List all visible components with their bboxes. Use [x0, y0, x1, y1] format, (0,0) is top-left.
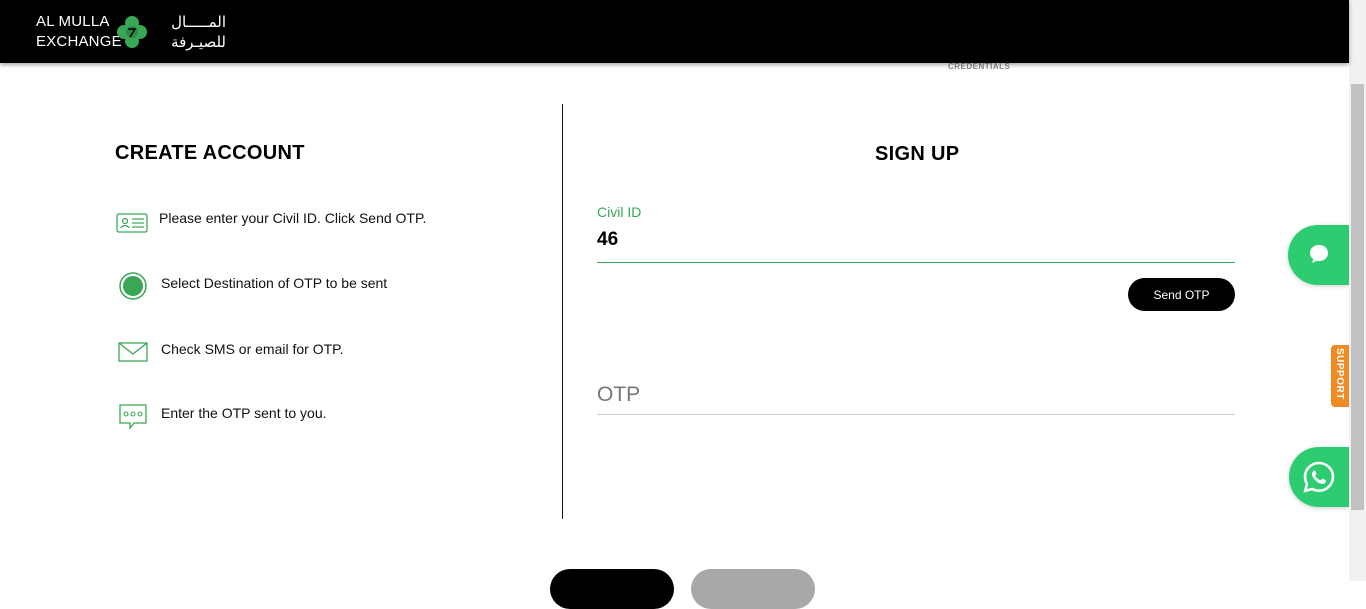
chat-icon [1310, 245, 1328, 263]
panel-divider [562, 104, 563, 519]
clover-logo-icon [117, 16, 147, 48]
brand-name-english: AL MULLA EXCHANGE [36, 12, 122, 52]
support-tab[interactable]: SUPPORT [1331, 345, 1349, 407]
step-text: Please enter your Civil ID. Click Send O… [159, 210, 427, 226]
top-bar: AL MULLA EXCHANGE المـــــال للصيـرفة [0, 0, 1349, 63]
brand-name-arabic: المـــــال للصيـرفة [150, 12, 226, 52]
otp-input[interactable] [597, 377, 1235, 413]
support-label: SUPPORT [1334, 348, 1345, 400]
back-button[interactable] [550, 569, 674, 609]
page-scrollbar[interactable] [1349, 0, 1366, 581]
next-button-disabled[interactable] [691, 569, 815, 609]
id-card-icon [116, 213, 148, 233]
civil-id-input[interactable] [597, 220, 1235, 260]
step-text: Check SMS or email for OTP. [161, 341, 344, 357]
signup-title: SIGN UP [875, 143, 960, 165]
whatsapp-button[interactable] [1289, 447, 1349, 507]
envelope-icon [118, 342, 148, 362]
step-select-destination: Select Destination of OTP to be sent [115, 271, 535, 301]
otp-field [597, 377, 1235, 417]
step-text: Select Destination of OTP to be sent [161, 275, 388, 291]
chat-bubble-dots-icon [119, 404, 147, 430]
step-enter-otp: Enter the OTP sent to you. [115, 401, 535, 431]
live-chat-button[interactable] [1288, 225, 1349, 285]
step-enter-civil-id: Please enter your Civil ID. Click Send O… [115, 208, 535, 238]
create-account-title: CREATE ACCOUNT [115, 142, 305, 164]
brand-name-line1: AL MULLA [36, 13, 110, 30]
radio-selected-icon [119, 272, 147, 300]
brand-name-ar-line1: المـــــال [171, 13, 226, 31]
brand-name-ar-line2: للصيـرفة [171, 33, 226, 51]
civil-id-label: Civil ID [597, 204, 642, 220]
whatsapp-icon [1303, 461, 1335, 493]
progress-step-caption: CREDENTIALS [948, 62, 1011, 71]
send-otp-button[interactable]: Send OTP [1128, 278, 1235, 311]
brand-name-line2: EXCHANGE [36, 33, 122, 50]
scrollbar-thumb[interactable] [1351, 84, 1364, 510]
step-check-sms: Check SMS or email for OTP. [115, 337, 535, 367]
otp-underline [597, 414, 1235, 415]
step-text: Enter the OTP sent to you. [161, 405, 327, 421]
civil-id-field: Civil ID [597, 204, 1235, 264]
civil-id-underline [597, 262, 1235, 263]
